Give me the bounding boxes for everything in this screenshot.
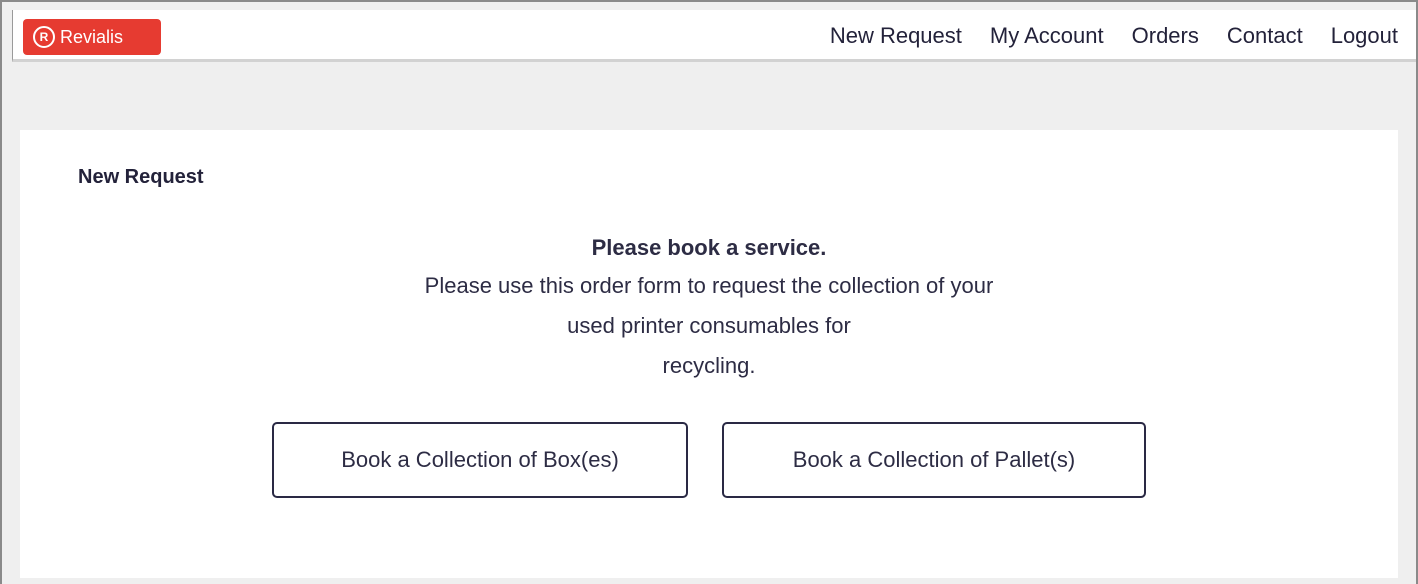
main-nav: New Request My Account Orders Contact Lo… xyxy=(830,20,1398,52)
top-navigation-bar: R Revialis New Request My Account Orders… xyxy=(12,10,1416,62)
revialis-logo-icon: R xyxy=(33,26,55,48)
book-pallet-collection-button[interactable]: Book a Collection of Pallet(s) xyxy=(722,422,1146,498)
intro-line-3: recycling. xyxy=(662,353,756,378)
nav-item-my-account[interactable]: My Account xyxy=(990,23,1104,49)
book-box-collection-button[interactable]: Book a Collection of Box(es) xyxy=(272,422,688,498)
revialis-logo[interactable]: R Revialis xyxy=(23,19,161,55)
browser-frame: R Revialis New Request My Account Orders… xyxy=(0,0,1418,584)
logo-text: Revialis xyxy=(60,26,124,47)
page-title: New Request xyxy=(78,166,204,188)
header-spacer xyxy=(12,65,1416,129)
nav-item-new-request[interactable]: New Request xyxy=(830,23,962,49)
nav-item-orders[interactable]: Orders xyxy=(1132,23,1199,49)
intro-line-2: used printer consumables for xyxy=(567,313,851,338)
intro-text: Please book a service. Please use this o… xyxy=(20,230,1398,386)
content-card: New Request Please book a service. Pleas… xyxy=(20,130,1398,578)
intro-line-1: Please use this order form to request th… xyxy=(424,273,994,298)
nav-item-logout[interactable]: Logout xyxy=(1331,23,1398,49)
nav-item-contact[interactable]: Contact xyxy=(1227,23,1303,49)
intro-heading: Please book a service. xyxy=(591,235,827,260)
